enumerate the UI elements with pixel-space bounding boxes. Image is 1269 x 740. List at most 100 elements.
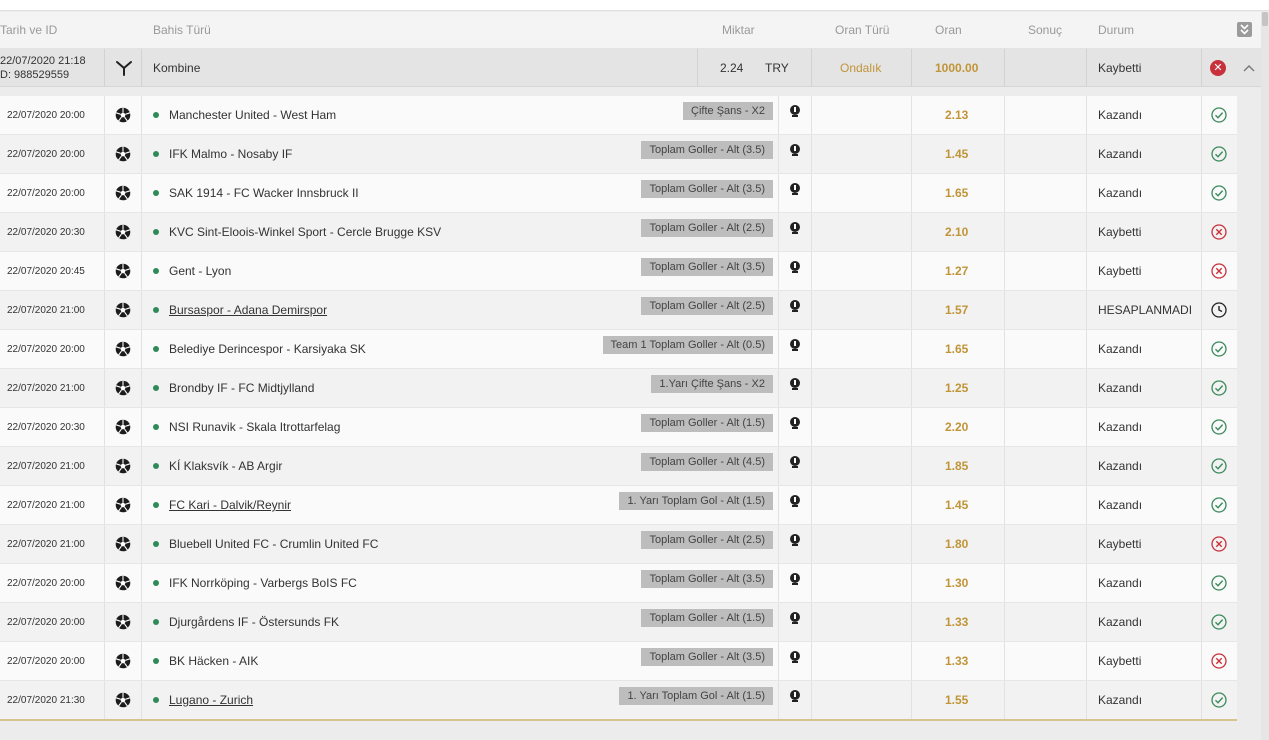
selection-row[interactable]: 22/07/2020 20:00 Djurgårdens IF - Östers… bbox=[0, 603, 1237, 642]
football-icon bbox=[115, 330, 131, 368]
bet-type-label: Kombine bbox=[153, 60, 201, 75]
won-check-icon bbox=[1211, 447, 1227, 485]
info-icon[interactable] bbox=[789, 676, 801, 714]
live-dot-icon bbox=[153, 112, 159, 118]
info-icon[interactable] bbox=[789, 520, 801, 558]
selection-date: 22/07/2020 20:00 bbox=[7, 655, 85, 667]
live-dot-icon bbox=[153, 307, 159, 313]
selection-row[interactable]: 22/07/2020 20:45 Gent - Lyon Toplam Goll… bbox=[0, 252, 1237, 291]
selection-status: Kazandı bbox=[1098, 108, 1143, 122]
selection-row[interactable]: 22/07/2020 21:00 Bluebell United FC - Cr… bbox=[0, 525, 1237, 564]
info-icon[interactable] bbox=[789, 91, 801, 129]
match-name: Belediye Derincespor - Karsiyaka SK bbox=[169, 342, 366, 356]
won-check-icon bbox=[1211, 681, 1227, 719]
market-badge: Toplam Goller - Alt (3.5) bbox=[641, 180, 773, 198]
selection-status: Kaybetti bbox=[1098, 537, 1142, 551]
selection-date: 22/07/2020 21:00 bbox=[7, 538, 85, 550]
header-result: Sonuç bbox=[1028, 23, 1063, 37]
info-icon[interactable] bbox=[789, 247, 801, 285]
selection-row[interactable]: 22/07/2020 21:00 Bursaspor - Adana Demir… bbox=[0, 291, 1237, 330]
won-check-icon bbox=[1211, 408, 1227, 446]
football-icon bbox=[115, 174, 131, 212]
football-icon bbox=[115, 486, 131, 524]
scrollbar-thumb[interactable] bbox=[1262, 12, 1268, 26]
selection-status: Kazandı bbox=[1098, 693, 1143, 707]
market-badge: 1. Yarı Toplam Gol - Alt (1.5) bbox=[619, 687, 773, 705]
market-badge: Toplam Goller - Alt (2.5) bbox=[641, 297, 773, 315]
header-amount: Miktar bbox=[722, 23, 755, 37]
selection-odds: 1.85 bbox=[945, 459, 969, 473]
selection-date: 22/07/2020 20:00 bbox=[7, 109, 85, 121]
selection-date: 22/07/2020 20:30 bbox=[7, 421, 85, 433]
selection-odds: 1.45 bbox=[945, 147, 969, 161]
chevron-up-icon[interactable] bbox=[1243, 49, 1255, 86]
live-dot-icon bbox=[153, 190, 159, 196]
selection-row[interactable]: 22/07/2020 20:00 Manchester United - Wes… bbox=[0, 96, 1237, 135]
market-badge: Toplam Goller - Alt (4.5) bbox=[641, 453, 773, 471]
header-date-id: Tarih ve ID bbox=[0, 23, 58, 37]
lost-filled-icon: ✕ bbox=[1210, 49, 1226, 86]
info-icon[interactable] bbox=[789, 481, 801, 519]
football-icon bbox=[115, 96, 131, 134]
header-bet-type: Bahis Türü bbox=[153, 23, 211, 37]
selection-row[interactable]: 22/07/2020 21:00 Brondby IF - FC Midtjyl… bbox=[0, 369, 1237, 408]
selection-row[interactable]: 22/07/2020 20:00 Belediye Derincespor - … bbox=[0, 330, 1237, 369]
info-icon[interactable] bbox=[789, 559, 801, 597]
football-icon bbox=[115, 252, 131, 290]
info-icon[interactable] bbox=[789, 598, 801, 636]
selection-status: HESAPLANMADI bbox=[1098, 303, 1193, 317]
match-name[interactable]: FC Kari - Dalvik/Reynir bbox=[169, 498, 291, 512]
won-check-icon bbox=[1211, 96, 1227, 134]
live-dot-icon bbox=[153, 463, 159, 469]
info-icon[interactable] bbox=[789, 364, 801, 402]
double-chevron-down-icon[interactable] bbox=[1237, 22, 1252, 37]
selection-row[interactable]: 22/07/2020 20:00 SAK 1914 - FC Wacker In… bbox=[0, 174, 1237, 213]
selection-row[interactable]: 22/07/2020 21:30 Lugano - Zurich 1. Yarı… bbox=[0, 681, 1237, 721]
info-icon[interactable] bbox=[789, 286, 801, 324]
selection-status: Kazandı bbox=[1098, 498, 1143, 512]
market-badge: 1.Yarı Çifte Şans - X2 bbox=[651, 375, 773, 393]
selection-row[interactable]: 22/07/2020 20:30 NSI Runavik - Skala Itr… bbox=[0, 408, 1237, 447]
match-name: Brondby IF - FC Midtjylland bbox=[169, 381, 315, 395]
selection-date: 22/07/2020 20:30 bbox=[7, 226, 85, 238]
selection-date: 22/07/2020 21:30 bbox=[7, 694, 85, 706]
selection-row[interactable]: 22/07/2020 20:00 BK Häcken - AIK Toplam … bbox=[0, 642, 1237, 681]
match-name: Manchester United - West Ham bbox=[169, 108, 337, 122]
info-icon[interactable] bbox=[789, 442, 801, 480]
info-icon[interactable] bbox=[789, 169, 801, 207]
live-dot-icon bbox=[153, 541, 159, 547]
football-icon bbox=[115, 369, 131, 407]
scrollbar-track[interactable] bbox=[1261, 12, 1269, 740]
match-name[interactable]: Lugano - Zurich bbox=[169, 693, 253, 707]
selection-date: 22/07/2020 20:45 bbox=[7, 265, 85, 277]
info-icon[interactable] bbox=[789, 403, 801, 441]
header-status: Durum bbox=[1098, 23, 1135, 37]
combo-bet-row[interactable]: 22/07/2020 21:18 D: 988529559 Kombine 2.… bbox=[0, 49, 1261, 87]
selection-row[interactable]: 22/07/2020 21:00 KÍ Klaksvík - AB Argir … bbox=[0, 447, 1237, 486]
info-icon[interactable] bbox=[789, 208, 801, 246]
match-name: KVC Sint-Eloois-Winkel Sport - Cercle Br… bbox=[169, 225, 442, 239]
won-check-icon bbox=[1211, 603, 1227, 641]
selection-odds: 1.80 bbox=[945, 537, 969, 551]
selection-odds: 1.33 bbox=[945, 654, 969, 668]
selection-date: 22/07/2020 20:00 bbox=[7, 148, 85, 160]
selection-status: Kaybetti bbox=[1098, 264, 1142, 278]
header-odds-type: Oran Türü bbox=[835, 23, 890, 37]
match-name: Bluebell United FC - Crumlin United FC bbox=[169, 537, 379, 551]
market-badge: Toplam Goller - Alt (3.5) bbox=[641, 648, 773, 666]
selection-odds: 1.55 bbox=[945, 693, 969, 707]
match-name: Gent - Lyon bbox=[169, 264, 232, 278]
selection-date: 22/07/2020 20:00 bbox=[7, 577, 85, 589]
selection-row[interactable]: 22/07/2020 20:00 IFK Malmo - Nosaby IF T… bbox=[0, 135, 1237, 174]
selection-row[interactable]: 22/07/2020 20:00 IFK Norrköping - Varber… bbox=[0, 564, 1237, 603]
selection-row[interactable]: 22/07/2020 21:00 FC Kari - Dalvik/Reynir… bbox=[0, 486, 1237, 525]
info-icon[interactable] bbox=[789, 637, 801, 675]
bet-id: D: 988529559 bbox=[0, 68, 70, 81]
info-icon[interactable] bbox=[789, 325, 801, 363]
selection-odds: 1.33 bbox=[945, 615, 969, 629]
match-name[interactable]: Bursaspor - Adana Demirspor bbox=[169, 303, 327, 317]
selection-status: Kazandı bbox=[1098, 381, 1143, 395]
info-icon[interactable] bbox=[789, 130, 801, 168]
market-badge: Toplam Goller - Alt (1.5) bbox=[641, 609, 773, 627]
selection-row[interactable]: 22/07/2020 20:30 KVC Sint-Eloois-Winkel … bbox=[0, 213, 1237, 252]
